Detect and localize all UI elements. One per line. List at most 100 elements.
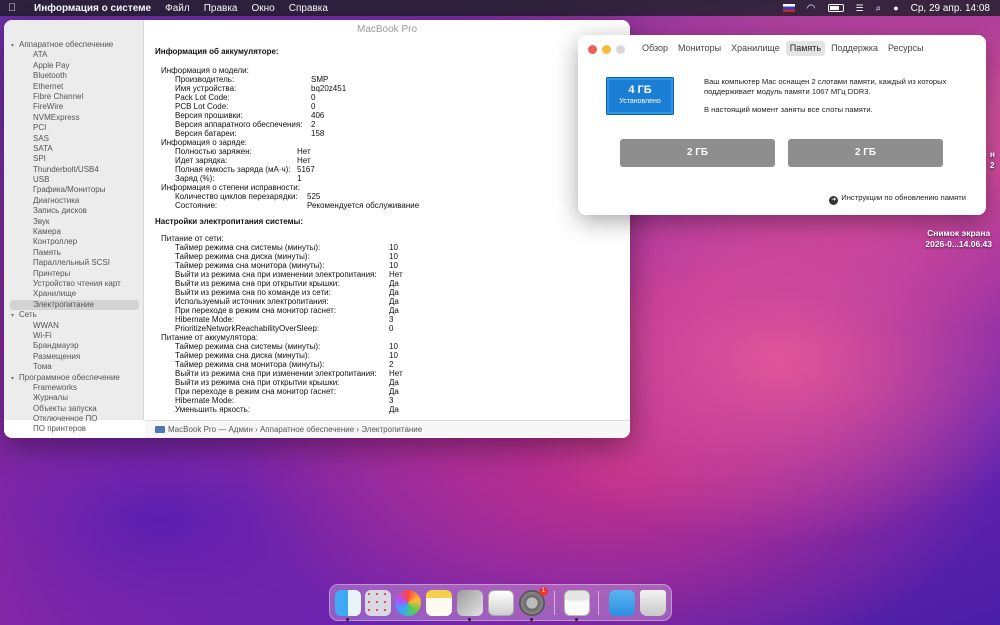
tab-displays[interactable]: Мониторы <box>674 41 725 56</box>
info-key: Полная емкость заряда (мА·ч): <box>175 165 291 174</box>
notes-icon[interactable] <box>426 590 452 616</box>
sidebar-item[interactable]: FireWire <box>4 102 143 112</box>
sidebar-item[interactable]: Bluetooth <box>4 71 143 81</box>
printer-icon[interactable] <box>564 590 590 616</box>
zoom-button[interactable] <box>616 45 625 54</box>
desktop-screenshot-file[interactable]: Снимок экрана 2026-0...14.06.43 <box>925 228 992 250</box>
info-key: Версия прошивки: <box>175 111 243 120</box>
info-value: 10 <box>389 342 398 351</box>
info-key: Имя устройства: <box>175 84 237 93</box>
sidebar-item[interactable]: Отключенное ПО <box>4 414 143 424</box>
info-row: Питание от сети: <box>155 234 630 243</box>
battery-icon[interactable] <box>827 4 844 12</box>
sidebar-item[interactable]: Хранилище <box>4 289 143 299</box>
sidebar-item[interactable]: Apple Pay <box>4 61 143 71</box>
menu-window[interactable]: Окно <box>251 3 274 14</box>
running-indicator <box>468 618 471 621</box>
sidebar-item[interactable]: Электропитание <box>10 299 139 311</box>
sidebar-item[interactable]: Размещения <box>4 352 143 362</box>
sidebar-item[interactable]: Wi-Fi <box>4 331 143 341</box>
sidebar-item[interactable]: Журналы <box>4 393 143 403</box>
tab-support[interactable]: Поддержка <box>827 41 882 56</box>
info-row: Hibernate Mode: 3 <box>155 315 630 324</box>
info-value: 525 <box>307 192 321 201</box>
sidebar-group[interactable]: ▾ Программное обеспечение <box>4 373 143 383</box>
chevron-down-icon[interactable]: ▾ <box>11 311 19 321</box>
downloads-folder-icon[interactable] <box>609 590 635 616</box>
sidebar-item-label: SATA <box>33 143 53 153</box>
sidebar-item[interactable]: ПО принтеров <box>4 424 143 434</box>
sidebar-item[interactable]: SPI <box>4 154 143 164</box>
info-key: PrioritizeNetworkReachabilityOverSleep: <box>175 324 320 333</box>
battery-section-title: Информация об аккумуляторе: <box>155 47 279 56</box>
info-row: Производитель: SMP <box>155 75 630 84</box>
chevron-down-icon[interactable]: ▾ <box>11 41 19 51</box>
sidebar-item[interactable]: Frameworks <box>4 383 143 393</box>
info-value: 10 <box>389 252 398 261</box>
system-info-icon[interactable] <box>457 590 483 616</box>
sidebar-item[interactable]: Тома <box>4 362 143 372</box>
running-indicator <box>530 618 533 621</box>
memory-description: Ваш компьютер Mac оснащен 2 слотами памя… <box>704 77 974 115</box>
tab-overview[interactable]: Обзор <box>638 41 672 56</box>
wifi-icon[interactable]: ◠ <box>807 3 816 14</box>
input-source-flag-icon[interactable] <box>782 4 795 12</box>
sidebar-item[interactable]: Ethernet <box>4 82 143 92</box>
finder-icon[interactable] <box>335 590 361 616</box>
launchpad-icon[interactable] <box>365 590 391 616</box>
sidebar-item[interactable]: ATA <box>4 50 143 60</box>
sidebar-group[interactable]: ▾ Сеть <box>4 310 143 320</box>
sidebar-group[interactable]: ▾ Аппаратное обеспечение <box>4 40 143 50</box>
sidebar-item[interactable]: Брандмауэр <box>4 341 143 351</box>
spotlight-icon[interactable]: ⌕ <box>876 3 882 14</box>
control-center-icon[interactable]: ☰ <box>856 3 864 14</box>
photos-icon[interactable] <box>395 590 421 616</box>
sidebar-item[interactable]: Графика/Мониторы <box>4 185 143 195</box>
memory-upgrade-link[interactable]: ➜ Инструкции по обновлению памяти <box>829 193 966 205</box>
sidebar-item[interactable]: NVMExpress <box>4 113 143 123</box>
apple-menu-icon[interactable]:  <box>8 2 22 14</box>
sidebar-item[interactable]: Устройство чтения карт <box>4 279 143 289</box>
breadcrumb[interactable]: MacBook Pro — Админ › Аппаратное обеспеч… <box>168 425 422 434</box>
memory-size: 4 ГБ <box>628 84 652 96</box>
sidebar-item[interactable]: WWAN <box>4 321 143 331</box>
tab-memory[interactable]: Память <box>785 41 826 56</box>
minimize-button[interactable] <box>602 45 611 54</box>
screenshot-file-name-1: Снимок экрана <box>927 228 991 238</box>
info-key: Таймер режима сна монитора (минуты): <box>175 360 325 369</box>
sidebar-item[interactable]: SAS <box>4 134 143 144</box>
preview-icon[interactable] <box>488 590 514 616</box>
trash-icon[interactable] <box>640 590 666 616</box>
info-key: Информация о степени исправности: <box>161 183 300 192</box>
sidebar-item[interactable]: Fibre Channel <box>4 92 143 102</box>
sidebar-item[interactable]: Диагностика <box>4 196 143 206</box>
menu-file[interactable]: Файл <box>165 3 190 14</box>
info-row: При переходе в режим сна монитор гаснет:… <box>155 306 630 315</box>
sidebar-item[interactable]: SATA <box>4 144 143 154</box>
sidebar-item[interactable]: USB <box>4 175 143 185</box>
sidebar-item[interactable]: PCI <box>4 123 143 133</box>
system-settings-icon[interactable]: 1 <box>519 587 548 616</box>
sidebar-item[interactable]: Параллельный SCSI <box>4 258 143 268</box>
info-row: При переходе в режим сна монитор гаснет:… <box>155 387 630 396</box>
tab-storage[interactable]: Хранилище <box>727 41 784 56</box>
sidebar-item[interactable]: Контроллер <box>4 237 143 247</box>
siri-icon[interactable]: ● <box>893 3 898 13</box>
sidebar-item[interactable]: Принтеры <box>4 269 143 279</box>
sidebar-item[interactable]: Камера <box>4 227 143 237</box>
chevron-down-icon[interactable]: ▾ <box>11 374 19 384</box>
sidebar-item[interactable]: Объекты запуска <box>4 404 143 414</box>
close-button[interactable] <box>588 45 597 54</box>
menu-help[interactable]: Справка <box>289 3 328 14</box>
sidebar-item[interactable]: Память <box>4 248 143 258</box>
menu-datetime[interactable]: Ср, 29 апр. 14:08 <box>911 3 990 14</box>
sidebar-item[interactable]: Thunderbolt/USB4 <box>4 165 143 175</box>
about-mac-memory-window: Обзор Мониторы Хранилище Память Поддержк… <box>578 35 986 215</box>
sidebar-item[interactable]: Звук <box>4 217 143 227</box>
menu-edit[interactable]: Правка <box>204 3 238 14</box>
running-indicator <box>575 618 578 621</box>
info-key: Выйти из режима сна по команде из сети: <box>175 288 331 297</box>
menu-app-name[interactable]: Информация о системе <box>34 3 151 14</box>
tab-resources[interactable]: Ресурсы <box>884 41 928 56</box>
sidebar-item[interactable]: Запись дисков <box>4 206 143 216</box>
